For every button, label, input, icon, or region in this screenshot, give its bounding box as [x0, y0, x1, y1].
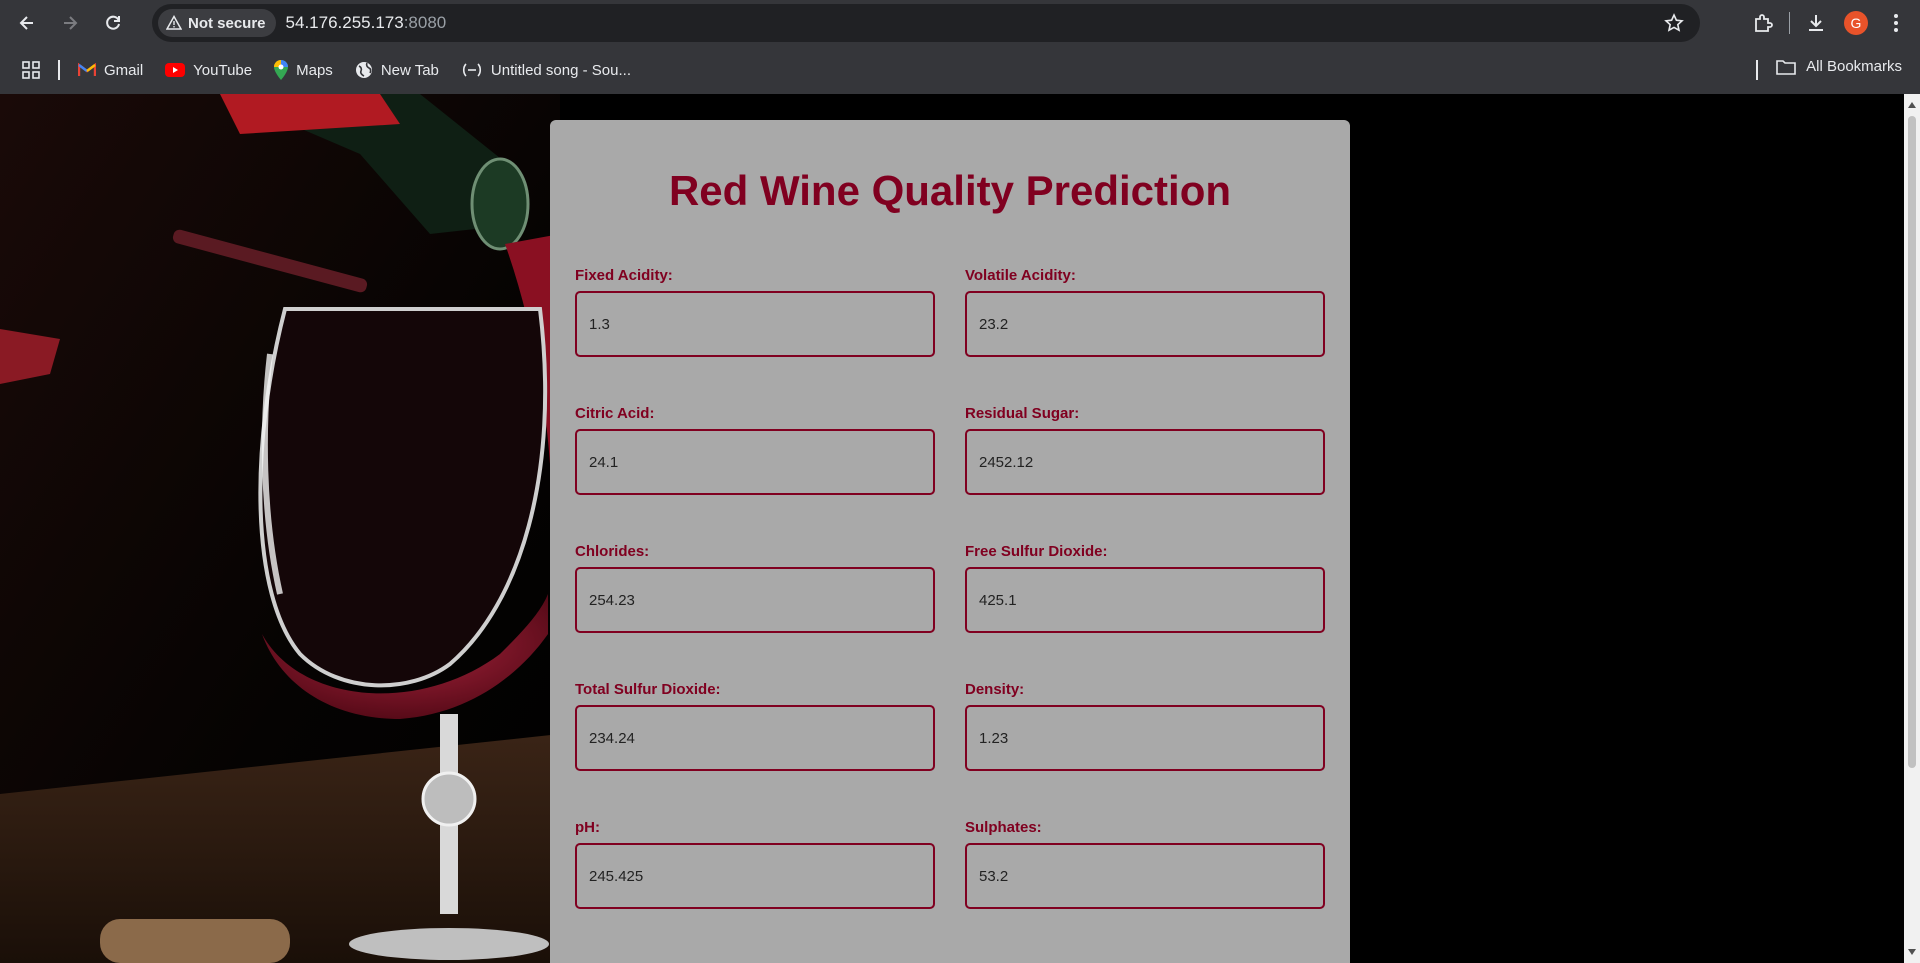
field-ph: pH:	[575, 819, 935, 909]
wine-features-form: Fixed Acidity: Volatile Acidity: Citric …	[575, 267, 1325, 909]
bookmark-label: Maps	[296, 61, 333, 79]
browser-toolbar: Not secure 54.176.255.173:8080 G	[0, 0, 1920, 46]
extensions-button[interactable]	[1743, 3, 1783, 43]
all-bookmarks-button[interactable]: All Bookmarks	[1776, 58, 1902, 75]
bookmark-youtube[interactable]: YouTube	[165, 62, 252, 79]
security-label: Not secure	[188, 14, 266, 32]
toolbar-actions: G	[1743, 0, 1920, 46]
reload-icon	[106, 15, 120, 30]
apps-grid-icon	[22, 61, 40, 79]
bookmark-gmail[interactable]: Gmail	[78, 62, 143, 79]
url-host: 54.176.255.173	[285, 13, 404, 32]
page-title: Red Wine Quality Prediction	[668, 167, 1232, 214]
field-fixed-acidity: Fixed Acidity:	[575, 267, 935, 357]
field-sulphates: Sulphates:	[965, 819, 1325, 909]
forward-button[interactable]	[50, 3, 90, 43]
soundtrap-icon	[462, 63, 481, 77]
security-chip[interactable]: Not secure	[158, 9, 276, 37]
field-chlorides: Chlorides:	[575, 543, 935, 633]
field-label: Volatile Acidity:	[965, 267, 1076, 284]
ph-input[interactable]	[575, 843, 935, 909]
bookmark-label: YouTube	[193, 61, 253, 79]
globe-icon	[355, 62, 372, 78]
bookmark-maps[interactable]: Maps	[274, 60, 333, 80]
field-label: Fixed Acidity:	[575, 267, 673, 284]
free-sulfur-dioxide-input[interactable]	[965, 567, 1325, 633]
youtube-icon	[165, 63, 186, 77]
field-label: pH:	[575, 819, 600, 836]
citric-acid-input[interactable]	[575, 429, 935, 495]
arrow-right-icon	[64, 16, 78, 30]
puzzle-icon	[1755, 14, 1773, 32]
url-port: :8080	[403, 13, 447, 32]
field-label: Citric Acid:	[575, 405, 655, 422]
field-residual-sugar: Residual Sugar:	[965, 405, 1325, 495]
scroll-down-arrow-icon[interactable]	[1908, 949, 1916, 955]
bookmark-label: Gmail	[104, 61, 144, 79]
warning-icon	[166, 15, 182, 30]
folder-icon	[1776, 59, 1796, 75]
field-density: Density:	[965, 681, 1325, 771]
apps-button[interactable]	[22, 61, 40, 79]
residual-sugar-input[interactable]	[965, 429, 1325, 495]
field-free-sulfur-dioxide: Free Sulfur Dioxide:	[965, 543, 1325, 633]
bookmark-untitled-song[interactable]: Untitled song - Sou...	[461, 62, 631, 79]
field-label: Density:	[965, 681, 1025, 698]
field-label: Chlorides:	[575, 543, 650, 560]
arrow-left-icon	[19, 16, 33, 30]
all-bookmarks-label: All Bookmarks	[1806, 58, 1902, 75]
volatile-acidity-input[interactable]	[965, 291, 1325, 357]
scrollbar-thumb[interactable]	[1908, 116, 1916, 768]
gmail-icon	[78, 63, 96, 76]
menu-button[interactable]	[1876, 3, 1916, 43]
bookmark-label: New Tab	[380, 61, 439, 79]
density-input[interactable]	[965, 705, 1325, 771]
bookmarks-bar: Gmail YouTube Maps New Tab Untitled song…	[0, 46, 1920, 94]
maps-icon	[274, 60, 289, 80]
page-viewport: Red Wine Quality Prediction Fixed Acidit…	[0, 94, 1904, 963]
kebab-menu-icon	[1894, 14, 1898, 32]
reload-button[interactable]	[93, 3, 133, 43]
prediction-form-panel: Red Wine Quality Prediction Fixed Acidit…	[550, 120, 1350, 963]
bookmarks-divider	[58, 60, 60, 80]
chlorides-input[interactable]	[575, 567, 935, 633]
url-text[interactable]: 54.176.255.173:8080	[286, 13, 447, 33]
download-icon	[1809, 15, 1823, 31]
back-button[interactable]	[7, 3, 47, 43]
page-scrollbar[interactable]	[1904, 94, 1920, 963]
field-label: Free Sulfur Dioxide:	[965, 543, 1108, 560]
field-label: Residual Sugar:	[965, 405, 1080, 422]
all-bookmarks-divider	[1756, 60, 1758, 80]
address-bar[interactable]: Not secure 54.176.255.173:8080	[152, 4, 1700, 42]
profile-button[interactable]: G	[1836, 3, 1876, 43]
total-sulfur-dioxide-input[interactable]	[575, 705, 935, 771]
bookmark-star-button[interactable]	[1664, 13, 1684, 38]
field-total-sulfur-dioxide: Total Sulfur Dioxide:	[575, 681, 935, 771]
sulphates-input[interactable]	[965, 843, 1325, 909]
field-label: Total Sulfur Dioxide:	[575, 681, 721, 698]
bookmark-label: Untitled song - Sou...	[490, 61, 631, 79]
toolbar-divider	[1789, 12, 1790, 34]
star-icon	[1664, 13, 1684, 32]
fixed-acidity-input[interactable]	[575, 291, 935, 357]
bookmark-new-tab[interactable]: New Tab	[355, 61, 439, 79]
wine-glass-image	[0, 94, 560, 963]
field-label: Sulphates:	[965, 819, 1042, 836]
field-volatile-acidity: Volatile Acidity:	[965, 267, 1325, 357]
scroll-up-arrow-icon[interactable]	[1908, 102, 1916, 108]
avatar: G	[1844, 11, 1868, 35]
field-citric-acid: Citric Acid:	[575, 405, 935, 495]
downloads-button[interactable]	[1796, 3, 1836, 43]
